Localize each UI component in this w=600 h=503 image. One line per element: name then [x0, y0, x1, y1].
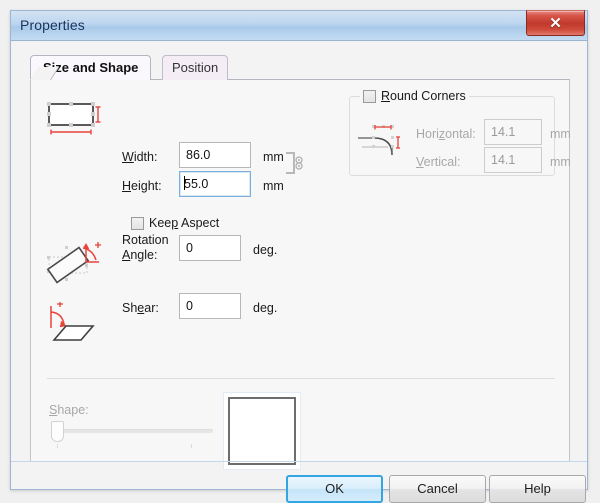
cancel-button[interactable]: Cancel — [389, 475, 486, 503]
shape-slider-tick-min — [57, 444, 58, 448]
help-button-label: Help — [524, 481, 551, 496]
round-corners-box — [363, 89, 376, 103]
cancel-button-label: Cancel — [417, 481, 458, 496]
dialog-body: Size and Shape Position Width: 86.0 mm H… — [11, 41, 587, 503]
width-unit: mm — [263, 150, 284, 164]
section-divider — [47, 378, 555, 379]
horizontal-value: 14.1 — [491, 125, 516, 139]
horizontal-label: Horizontal: — [416, 127, 476, 141]
vertical-value: 14.1 — [491, 153, 516, 167]
close-button[interactable]: ✕ — [526, 10, 585, 36]
keep-aspect-box — [131, 216, 144, 230]
rotation-angle-label: Rotation Angle: — [122, 233, 169, 262]
shear-value: 0 — [186, 299, 193, 313]
width-input[interactable]: 86.0 — [179, 142, 251, 168]
shear-unit: deg. — [253, 301, 278, 315]
size-and-shape-panel: Width: 86.0 mm Height: 55.0 mm Keep Aspe… — [30, 79, 571, 470]
rotation-angle-value: 0 — [186, 241, 193, 255]
shape-slider-tick-max — [191, 444, 192, 448]
round-corner-icon — [358, 121, 408, 155]
tab-position-label: Position — [172, 60, 219, 75]
shape-slider-track[interactable] — [61, 429, 213, 433]
tab-position[interactable]: Position — [162, 55, 229, 80]
height-label: Height: — [122, 179, 162, 193]
properties-dialog-window: Properties ✕ Size and Shape Position Wid… — [10, 10, 588, 503]
window-title: Properties — [20, 17, 85, 33]
horizontal-unit: mm — [550, 127, 571, 141]
shape-slider-thumb[interactable] — [51, 421, 64, 442]
keep-aspect-label: Keep Aspect — [149, 216, 220, 230]
round-corners-group: Round Corners Horizontal: 14.1 mm Vertic… — [349, 89, 571, 176]
vertical-unit: mm — [550, 155, 571, 169]
shear-icon — [45, 302, 103, 344]
rotation-angle-icon — [45, 242, 103, 286]
ok-button-label: OK — [325, 481, 344, 496]
keep-aspect-checkbox[interactable]: Keep Aspect — [131, 216, 219, 230]
footer-divider — [11, 461, 587, 462]
help-button[interactable]: Help — [489, 475, 586, 503]
height-value: 55.0 — [184, 177, 209, 191]
shear-input[interactable]: 0 — [179, 293, 241, 319]
round-corners-checkbox[interactable]: Round Corners — [360, 89, 469, 103]
ok-button[interactable]: OK — [286, 475, 383, 503]
rotation-angle-input[interactable]: 0 — [179, 235, 241, 261]
round-corners-label: Round Corners — [381, 89, 466, 103]
shape-preview — [223, 392, 301, 470]
title-bar: Properties ✕ — [10, 10, 588, 41]
height-unit: mm — [263, 179, 284, 193]
shape-preview-square — [228, 397, 296, 465]
horizontal-input: 14.1 — [484, 119, 542, 145]
shape-label: Shape: — [49, 403, 89, 417]
rotation-angle-unit: deg. — [253, 243, 278, 257]
size-rectangle-icon — [47, 102, 101, 138]
height-input[interactable]: 55.0 — [179, 171, 251, 197]
vertical-label: Vertical: — [416, 155, 461, 169]
vertical-input: 14.1 — [484, 147, 542, 173]
width-label: Width: — [122, 150, 158, 164]
shear-label: Shear: — [122, 301, 159, 315]
chain-link-icon[interactable] — [283, 150, 305, 176]
close-icon: ✕ — [549, 15, 562, 32]
width-value: 86.0 — [186, 148, 211, 162]
